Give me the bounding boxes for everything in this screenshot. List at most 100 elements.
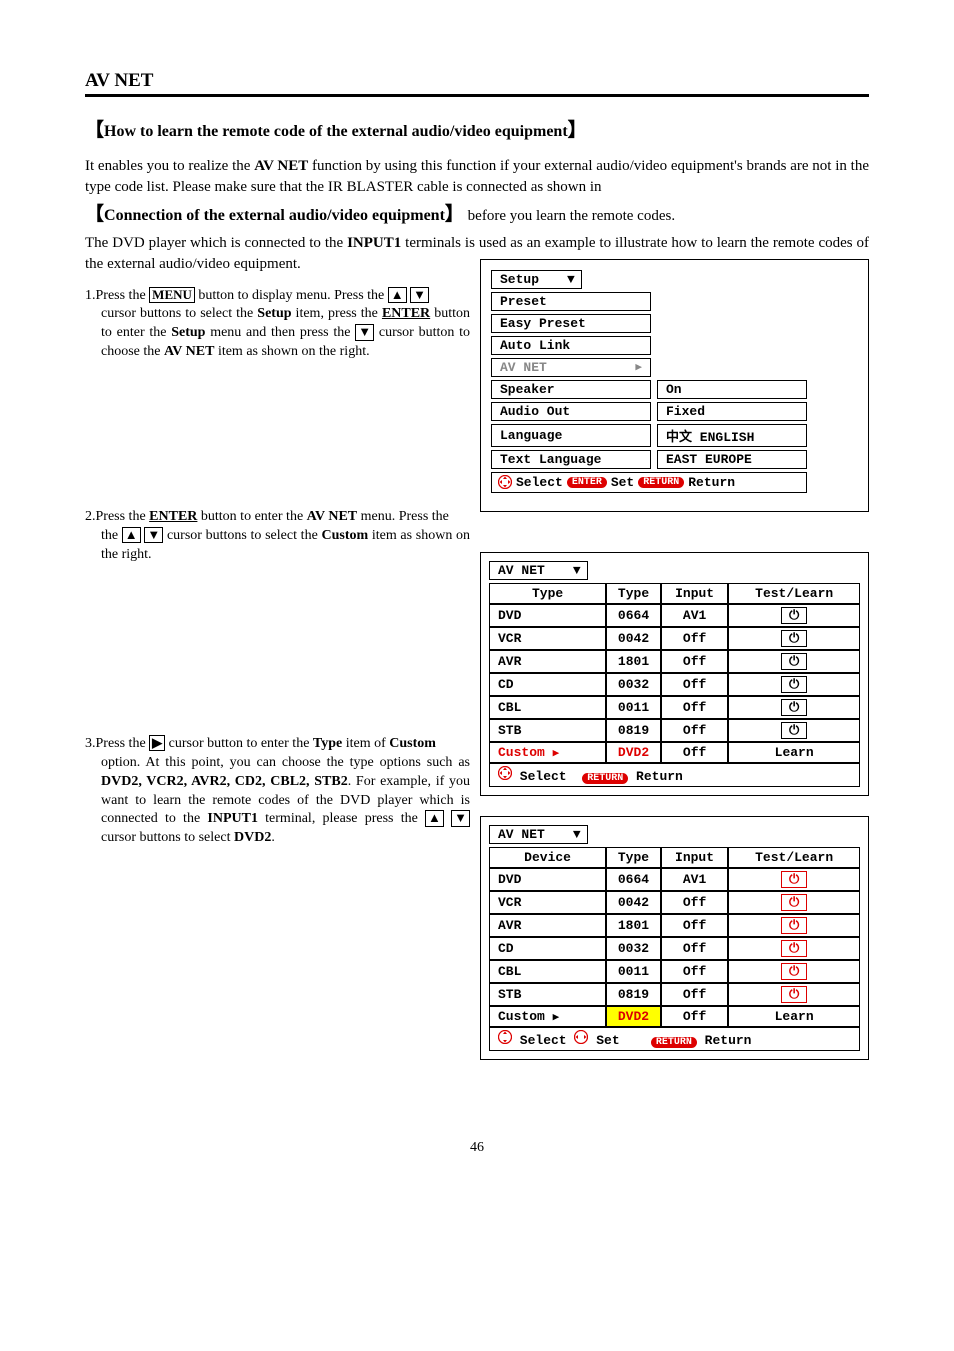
osd-menu-row[interactable]: Easy Preset [491,314,858,333]
osd-avnet-tab: AV NET▼ [489,825,588,844]
osd-menu-row[interactable]: Text LanguageEAST EUROPE [491,450,858,469]
menu-button-icon: MENU [149,287,195,303]
step-1: 1.Press the MENU button to display menu.… [85,287,470,363]
table-row[interactable]: AVR1801Off⏻ [489,650,860,673]
osd-menu-label: Text Language [491,450,651,469]
table-cell: ⏻ [728,673,860,696]
table-cell: VCR [489,891,606,914]
table-cell: AV1 [661,868,728,891]
table-row[interactable]: CD0032Off ⏻ [489,937,860,960]
table-cell: Off [661,719,728,742]
table-cell: DVD [489,868,606,891]
table-row[interactable]: AVR1801Off⏻ [489,914,860,937]
down-arrow-icon: ▼ [451,810,470,826]
section-heading-text: How to learn the remote code of the exte… [104,123,568,140]
osd-menu-row[interactable]: Audio OutFixed [491,402,858,421]
power-icon[interactable]: ⏻ [781,871,807,888]
down-arrow-icon: ▼ [410,287,429,303]
table-cell: ⏻ [728,983,860,1006]
return-pill-icon: RETURN [582,773,628,784]
right-arrow-icon: ▶ [553,1012,560,1024]
table-row[interactable]: CBL0011Off⏻ [489,960,860,983]
up-arrow-icon: ▲ [388,287,407,303]
power-icon[interactable]: ⏻ [781,722,807,739]
table-row[interactable]: CBL0011Off⏻ [489,696,860,719]
table-cell: DVD [489,604,606,627]
osd-menu-row[interactable]: AV NET▶ [491,358,858,377]
power-icon[interactable]: ⏻ [781,986,807,1003]
table-cell: ⏻ [728,627,860,650]
table-cell: AVR [489,650,606,673]
table-cell: AVR [489,914,606,937]
table-row[interactable]: STB0819Off⏻ [489,719,860,742]
table-row[interactable]: DVD0664AV1⏻ [489,868,860,891]
table-cell: ⏻ [728,696,860,719]
table-row[interactable]: CD0032Off ⏻ [489,673,860,696]
table-cell: ⏻ [728,937,860,960]
table-cell: STB [489,719,606,742]
table-cell: 1801 [606,914,661,937]
table-row[interactable]: VCR0042Off⏻ [489,627,860,650]
power-icon[interactable]: ⏻ [781,699,807,716]
osd-menu-label: AV NET▶ [491,358,651,377]
table-cell: 0032 [606,937,661,960]
table-cell: ⏻ [728,868,860,891]
osd-menu-row[interactable]: Preset [491,292,858,311]
table-row[interactable]: DVD0664AV1⏻ [489,604,860,627]
return-pill-icon: RETURN [651,1037,697,1048]
up-arrow-icon: ▲ [425,810,444,826]
right-arrow-icon: ▶ [635,360,642,374]
power-icon[interactable]: ⏻ [781,940,807,957]
table-cell: Off [661,696,728,719]
power-icon[interactable]: ⏻ [781,894,807,911]
enter-pill-icon: ENTER [567,477,607,488]
osd-menu-label: Speaker [491,380,651,399]
table-cell: Custom ▶ [489,742,606,763]
power-icon[interactable]: ⏻ [781,917,807,934]
osd-menu-row[interactable]: Language中文 ENGLISH [491,424,858,447]
section-heading: 【How to learn the remote code of the ext… [85,115,869,142]
power-icon[interactable]: ⏻ [781,963,807,980]
table-cell: Off [661,742,728,763]
power-icon[interactable]: ⏻ [781,607,807,624]
table-cell: ⏻ [728,891,860,914]
table-row[interactable]: Custom ▶DVD2OffLearn [489,742,860,763]
table-cell: VCR [489,627,606,650]
table-cell: Off [661,650,728,673]
table-cell: CD [489,673,606,696]
osd-setup-tab: Setup▼ [491,270,582,289]
right-arrow-icon: ▶ [553,748,560,760]
table-cell: 0664 [606,604,661,627]
table-header: Type [606,847,661,868]
table-row[interactable]: STB0819Off⏻ [489,983,860,1006]
table-row[interactable]: VCR0042Off⏻ [489,891,860,914]
table-cell: 0042 [606,627,661,650]
table-row[interactable]: Custom ▶DVD2OffLearn [489,1006,860,1027]
title-rule [85,94,869,97]
down-arrow-icon: ▼ [355,324,374,340]
table-cell: CD [489,937,606,960]
table-header: Type [489,583,606,604]
table-header: Test/Learn [728,583,860,604]
table-cell: Off [661,937,728,960]
osd-setup-menu: Setup▼ Preset Easy Preset Auto Link AV NET▶… [480,259,869,512]
table-cell: Off [661,673,728,696]
table-header: Input [661,847,728,868]
osd-avnet-tab: AV NET▼ [489,561,588,580]
table-cell: STB [489,983,606,1006]
table-cell: 0819 [606,983,661,1006]
power-icon[interactable]: ⏻ [781,653,807,670]
chevron-down-icon: ▼ [573,563,581,578]
page-number: 46 [85,1140,869,1156]
table-cell: ⏻ [728,604,860,627]
osd-menu-row[interactable]: Auto Link [491,336,858,355]
table-cell: Custom ▶ [489,1006,606,1027]
table-cell: 0011 [606,696,661,719]
learn-button[interactable]: Learn [775,1009,814,1024]
power-icon[interactable]: ⏻ [781,676,807,693]
learn-button[interactable]: Learn [775,745,814,760]
power-icon[interactable]: ⏻ [781,630,807,647]
osd-setup-help: Select ENTER Set RETURN Return [491,472,807,493]
table-cell: 0032 [606,673,661,696]
osd-menu-row[interactable]: SpeakerOn [491,380,858,399]
